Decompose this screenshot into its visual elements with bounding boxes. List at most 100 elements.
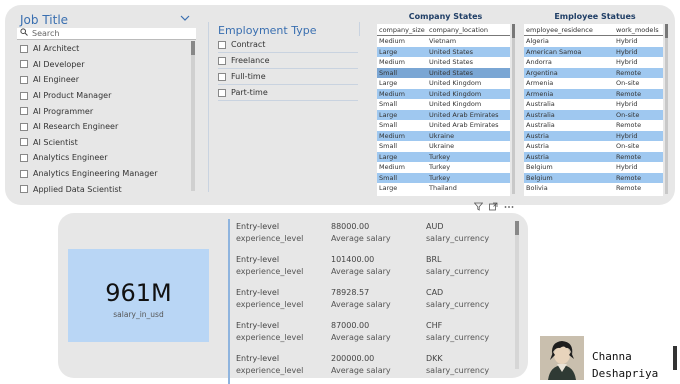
table-row[interactable]: Andorra Hybrid bbox=[524, 57, 663, 68]
table-row[interactable]: Bolivia Remote bbox=[524, 183, 663, 194]
checkbox[interactable] bbox=[20, 153, 28, 162]
checkbox[interactable] bbox=[218, 72, 226, 81]
table-row[interactable]: Large United Arab Emirates bbox=[377, 109, 510, 120]
table-row[interactable]: American Samoa Hybrid bbox=[524, 46, 663, 57]
table-cell: Small bbox=[379, 173, 398, 182]
checkbox[interactable] bbox=[218, 88, 226, 97]
table-cell: Large bbox=[379, 79, 398, 88]
employment-type-item[interactable]: Full-time bbox=[218, 69, 358, 85]
salary-card-scrollbar[interactable] bbox=[515, 221, 519, 369]
employment-type-label: Freelance bbox=[231, 56, 270, 65]
job-title-item[interactable]: AI Engineer bbox=[20, 72, 190, 88]
employment-type-title: Employment Type bbox=[218, 24, 317, 37]
checkbox[interactable] bbox=[218, 40, 226, 49]
company-states-scrollbar-thumb[interactable] bbox=[512, 24, 515, 38]
table-cell: Medium bbox=[379, 131, 405, 140]
average-salary-label: Average salary bbox=[331, 300, 391, 309]
table-cell: United States bbox=[429, 68, 474, 77]
table-row[interactable]: Small Turkey bbox=[377, 172, 510, 183]
checkbox[interactable] bbox=[20, 44, 28, 53]
table-row[interactable]: Large Thailand bbox=[377, 183, 510, 194]
table-row[interactable]: Belgium Remote bbox=[524, 172, 663, 183]
job-title-item[interactable]: AI Product Manager bbox=[20, 88, 190, 104]
employment-type-item[interactable]: Contract bbox=[218, 37, 358, 53]
table-row[interactable]: Australia On-site bbox=[524, 109, 663, 120]
table-cell: Austria bbox=[526, 131, 549, 140]
salary-multi-row-card: Entry-level experience_level 88000.00 Avera… bbox=[228, 219, 510, 384]
table-row[interactable]: Argentina Remote bbox=[524, 67, 663, 78]
column-header[interactable]: work_models bbox=[614, 26, 663, 34]
salary-card-scrollbar-thumb[interactable] bbox=[515, 221, 519, 235]
search-placeholder: Search bbox=[32, 29, 60, 38]
column-header[interactable]: employee_residence bbox=[524, 26, 614, 34]
chevron-down-icon[interactable] bbox=[180, 11, 190, 25]
company-states-title: Company States bbox=[408, 12, 483, 21]
table-cell: Remote bbox=[616, 89, 642, 98]
company-states-scrollbar[interactable] bbox=[512, 24, 515, 194]
job-title-item[interactable]: Analytics Engineering Manager bbox=[20, 166, 190, 182]
employee-states-title: Employee Statues bbox=[554, 12, 636, 21]
table-row[interactable]: Armenia Remote bbox=[524, 88, 663, 99]
table-row[interactable]: Australia Remote bbox=[524, 120, 663, 131]
table-cell: Algeria bbox=[526, 37, 549, 46]
job-title-item[interactable]: Applied Data Scientist bbox=[20, 181, 190, 197]
table-row[interactable]: Australia Hybrid bbox=[524, 99, 663, 110]
table-row[interactable]: Medium Ukraine bbox=[377, 130, 510, 141]
more-options-icon[interactable] bbox=[504, 202, 514, 213]
checkbox[interactable] bbox=[20, 75, 28, 84]
job-title-scrollbar-thumb[interactable] bbox=[191, 41, 195, 55]
author-first-name: Channa bbox=[592, 350, 632, 363]
salary-currency-label: salary_currency bbox=[426, 234, 490, 243]
employee-states-scrollbar[interactable] bbox=[665, 24, 668, 194]
table-cell: Remote bbox=[616, 173, 642, 182]
table-cell: Austria bbox=[526, 152, 549, 161]
job-title-scrollbar[interactable] bbox=[191, 41, 195, 191]
checkbox[interactable] bbox=[20, 122, 28, 131]
column-header[interactable]: company_location bbox=[427, 26, 510, 34]
table-row[interactable]: Armenia On-site bbox=[524, 78, 663, 89]
table-row[interactable]: Medium Vietnam bbox=[377, 36, 510, 47]
table-row[interactable]: Medium United States bbox=[377, 57, 510, 68]
focus-mode-icon[interactable] bbox=[489, 202, 498, 213]
job-title-item[interactable]: AI Developer bbox=[20, 57, 190, 73]
table-row[interactable]: Small United States bbox=[377, 67, 510, 78]
table-row[interactable]: Small Ukraine bbox=[377, 141, 510, 152]
checkbox[interactable] bbox=[20, 185, 28, 194]
checkbox[interactable] bbox=[20, 169, 28, 178]
job-title-item[interactable]: AI Programmer bbox=[20, 103, 190, 119]
checkbox[interactable] bbox=[20, 91, 28, 100]
table-row[interactable]: Austria Remote bbox=[524, 151, 663, 162]
table-cell: Remote bbox=[616, 184, 642, 193]
checkbox[interactable] bbox=[20, 60, 28, 69]
table-row[interactable]: Belgium Hybrid bbox=[524, 162, 663, 173]
table-row[interactable]: Algeria Hybrid bbox=[524, 36, 663, 47]
table-row[interactable]: Large United Kingdom bbox=[377, 78, 510, 89]
table-row[interactable]: Medium United Kingdom bbox=[377, 88, 510, 99]
table-row[interactable]: Small United Kingdom bbox=[377, 99, 510, 110]
table-row[interactable]: Large United States bbox=[377, 46, 510, 57]
job-title-item[interactable]: AI Scientist bbox=[20, 135, 190, 151]
table-row[interactable]: Austria Hybrid bbox=[524, 130, 663, 141]
table-row[interactable]: Small United Arab Emirates bbox=[377, 120, 510, 131]
job-title-item[interactable]: AI Architect bbox=[20, 41, 190, 57]
checkbox[interactable] bbox=[218, 56, 226, 65]
checkbox[interactable] bbox=[20, 138, 28, 147]
column-header[interactable]: company_size bbox=[377, 26, 427, 34]
job-title-item[interactable]: Analytics Engineer bbox=[20, 150, 190, 166]
employee-states-scrollbar-thumb[interactable] bbox=[665, 24, 668, 38]
table-row[interactable]: Large Turkey bbox=[377, 151, 510, 162]
job-title-item[interactable]: AI Research Engineer bbox=[20, 119, 190, 135]
table-row[interactable]: Medium Turkey bbox=[377, 162, 510, 173]
table-cell: Remote bbox=[616, 121, 642, 130]
filter-icon[interactable] bbox=[473, 202, 484, 213]
average-salary-label: Average salary bbox=[331, 366, 391, 375]
job-title-search-input[interactable]: Search bbox=[17, 28, 196, 40]
table-cell: Medium bbox=[379, 37, 405, 46]
checkbox[interactable] bbox=[20, 107, 28, 116]
job-title-label: AI Programmer bbox=[33, 106, 94, 116]
employment-type-item[interactable]: Freelance bbox=[218, 53, 358, 69]
employment-type-item[interactable]: Part-time bbox=[218, 85, 358, 101]
experience-level-value: Entry-level bbox=[236, 354, 280, 363]
table-row[interactable]: Austria On-site bbox=[524, 141, 663, 152]
salary-currency-value: DKK bbox=[426, 354, 443, 363]
